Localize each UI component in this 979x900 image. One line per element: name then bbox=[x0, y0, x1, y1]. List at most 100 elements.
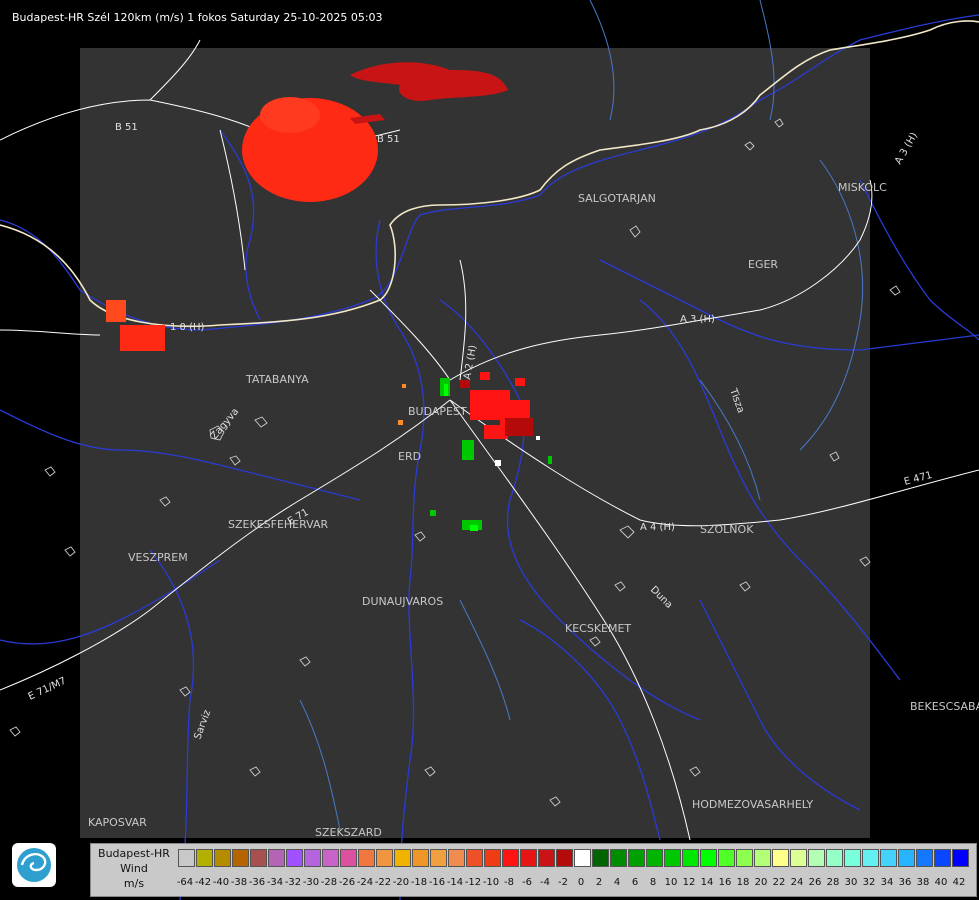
road-label: A 3 (H) bbox=[680, 314, 715, 325]
legend-tick-label: 10 bbox=[664, 877, 678, 888]
road-label: A 4 (H) bbox=[640, 522, 675, 533]
city-label: BEKESCSABA bbox=[910, 700, 979, 713]
legend-swatch bbox=[934, 849, 951, 867]
legend-quantity: Wind bbox=[120, 862, 148, 875]
legend-swatch bbox=[844, 849, 861, 867]
legend-swatch bbox=[862, 849, 879, 867]
legend-tick-label: -24 bbox=[356, 877, 374, 888]
legend-tick-label: 34 bbox=[880, 877, 894, 888]
legend-swatch bbox=[538, 849, 555, 867]
legend-tick-label: 36 bbox=[898, 877, 912, 888]
road-label: B 51 bbox=[115, 122, 138, 133]
legend-ticks: -64 -42 -40 -38 -36 -34 -32 -30 -28 -26 -24 -22 -20-… bbox=[176, 877, 968, 888]
city-label: TATABANYA bbox=[245, 373, 309, 386]
legend-tick-label: 8 bbox=[649, 877, 657, 888]
legend-swatch bbox=[754, 849, 771, 867]
legend-tick-label: 40 bbox=[934, 877, 948, 888]
met-service-logo bbox=[12, 843, 56, 887]
legend-swatch bbox=[340, 849, 357, 867]
legend-swatch bbox=[916, 849, 933, 867]
legend-swatch bbox=[790, 849, 807, 867]
legend-tick-label: -4 bbox=[540, 877, 550, 888]
legend-swatch bbox=[214, 849, 231, 867]
legend-swatch bbox=[808, 849, 825, 867]
legend-swatch bbox=[610, 849, 627, 867]
legend-swatch bbox=[178, 849, 195, 867]
legend-title: Budapest-HR Wind m/s bbox=[91, 846, 177, 891]
legend-tick-label: 22 bbox=[772, 877, 786, 888]
legend-swatch bbox=[232, 849, 249, 867]
legend-swatch bbox=[430, 849, 447, 867]
legend-tick-label: -64 bbox=[176, 877, 194, 888]
legend-tick-label: -8 bbox=[504, 877, 514, 888]
legend-swatch bbox=[484, 849, 501, 867]
legend-tick-label: -38 bbox=[230, 877, 248, 888]
legend-swatch bbox=[664, 849, 681, 867]
legend-tick-label: 30 bbox=[844, 877, 858, 888]
legend-swatch bbox=[826, 849, 843, 867]
legend-swatch bbox=[646, 849, 663, 867]
city-label: SZEKSZARD bbox=[315, 826, 382, 839]
legend-tick-label: -6 bbox=[522, 877, 532, 888]
legend-swatch bbox=[448, 849, 465, 867]
legend-tick-label: -12 bbox=[464, 877, 482, 888]
legend-tick-label: 14 bbox=[700, 877, 714, 888]
legend-swatch bbox=[772, 849, 789, 867]
wind-legend: Budapest-HR Wind m/s -64 -42 -40 -38 -36 -34-… bbox=[90, 843, 977, 897]
legend-swatch bbox=[520, 849, 537, 867]
legend-tick-label: 2 bbox=[595, 877, 603, 888]
legend-tick-label: 42 bbox=[952, 877, 966, 888]
legend-swatch bbox=[682, 849, 699, 867]
legend-tick-label: -40 bbox=[212, 877, 230, 888]
legend-tick-label: -26 bbox=[338, 877, 356, 888]
legend-tick-label: -32 bbox=[284, 877, 302, 888]
road-label: 1 0 (H) bbox=[170, 322, 205, 333]
legend-tick-label: 28 bbox=[826, 877, 840, 888]
legend-tick-label: -22 bbox=[374, 877, 392, 888]
city-label: DUNAUJVAROS bbox=[362, 595, 443, 608]
legend-swatch bbox=[952, 849, 969, 867]
legend-tick-label: -14 bbox=[446, 877, 464, 888]
city-label: MISKOLC bbox=[838, 181, 887, 194]
legend-swatch bbox=[880, 849, 897, 867]
legend-swatch bbox=[556, 849, 573, 867]
legend-tick-label: 20 bbox=[754, 877, 768, 888]
legend-swatch bbox=[376, 849, 393, 867]
legend-swatches bbox=[178, 849, 970, 869]
legend-swatch bbox=[574, 849, 591, 867]
legend-tick-label: -28 bbox=[320, 877, 338, 888]
legend-swatch bbox=[304, 849, 321, 867]
legend-swatch bbox=[322, 849, 339, 867]
road-label: E 471 bbox=[903, 470, 933, 488]
legend-swatch bbox=[718, 849, 735, 867]
city-label: VESZPREM bbox=[128, 551, 188, 564]
city-label: SALGOTARJAN bbox=[578, 192, 656, 205]
radar-map: SALGOTARJAN MISKOLC EGER TATABANYA BUDAP… bbox=[0, 0, 979, 900]
city-label: BUDAPEST bbox=[408, 405, 467, 418]
legend-swatch bbox=[466, 849, 483, 867]
legend-tick-label: 38 bbox=[916, 877, 930, 888]
road-label: A 3 (H) bbox=[893, 131, 920, 167]
city-label: EGER bbox=[748, 258, 778, 271]
legend-tick-label: 0 bbox=[577, 877, 585, 888]
legend-tick-label: 26 bbox=[808, 877, 822, 888]
legend-swatch bbox=[898, 849, 915, 867]
legend-swatch bbox=[502, 849, 519, 867]
legend-tick-label: -16 bbox=[428, 877, 446, 888]
legend-swatch bbox=[412, 849, 429, 867]
legend-tick-label: -20 bbox=[392, 877, 410, 888]
city-label: KECSKEMET bbox=[565, 622, 631, 635]
legend-swatch bbox=[268, 849, 285, 867]
legend-swatch bbox=[700, 849, 717, 867]
legend-tick-label: -30 bbox=[302, 877, 320, 888]
legend-tick-label: 32 bbox=[862, 877, 876, 888]
city-label: ERD bbox=[398, 450, 421, 463]
city-label: SZOLNOK bbox=[700, 523, 754, 536]
legend-swatch bbox=[394, 849, 411, 867]
legend-swatch bbox=[196, 849, 213, 867]
legend-tick-label: -34 bbox=[266, 877, 284, 888]
road-label: B 51 bbox=[377, 134, 400, 145]
map-title: Budapest-HR Szél 120km (m/s) 1 fokos Sat… bbox=[12, 11, 383, 24]
city-label: HODMEZOVASARHELY bbox=[692, 798, 813, 811]
legend-tick-label: 6 bbox=[631, 877, 639, 888]
